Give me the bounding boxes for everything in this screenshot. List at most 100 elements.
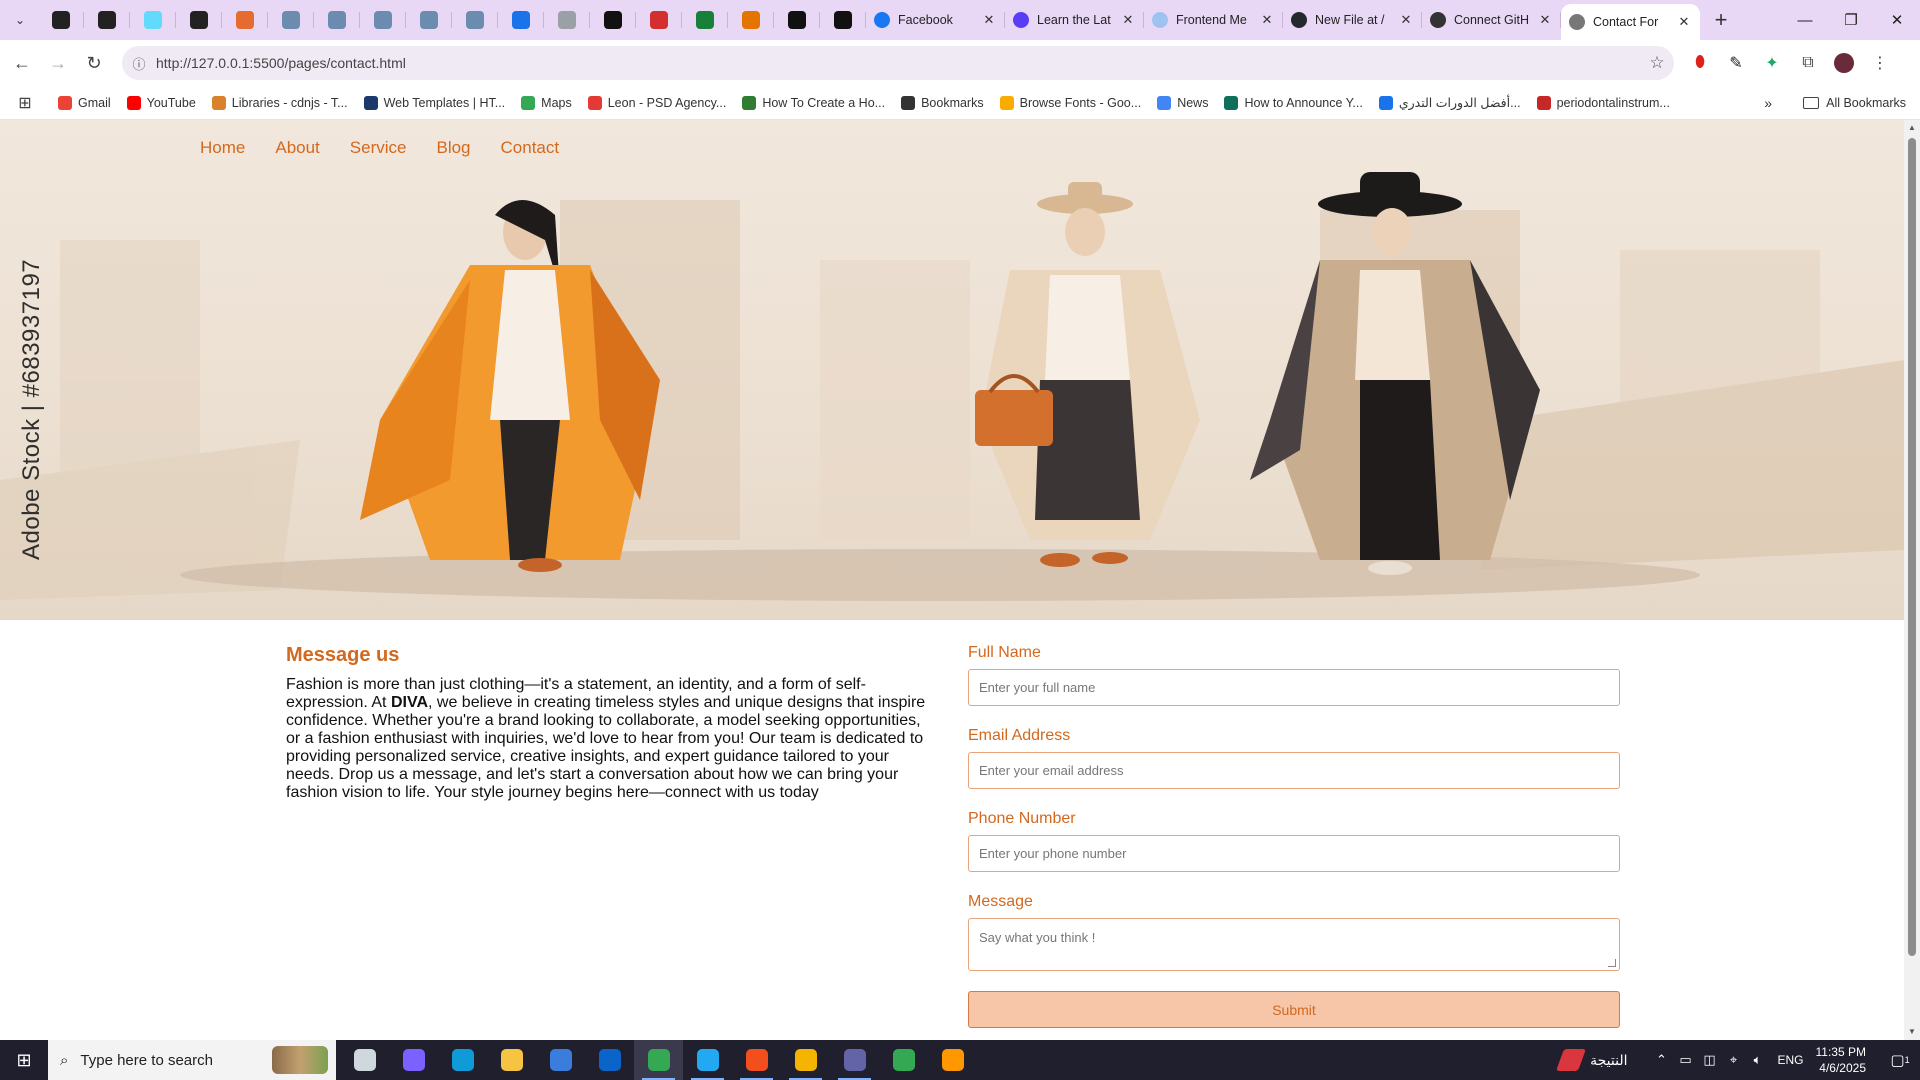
restore-button[interactable]: ❐ — [1828, 0, 1874, 40]
pinned-tab[interactable] — [544, 0, 590, 40]
browser-tab[interactable]: New File at / ✕ — [1283, 0, 1422, 40]
taskbar-app-store[interactable] — [536, 1040, 585, 1080]
pinned-tab[interactable] — [682, 0, 728, 40]
browser-tab[interactable]: Facebook ✕ — [866, 0, 1005, 40]
profile-avatar-icon[interactable] — [1826, 48, 1862, 78]
nav-home[interactable]: Home — [200, 138, 245, 158]
clock[interactable]: 11:35 PM 4/6/2025 — [1816, 1044, 1866, 1076]
pinned-tab[interactable] — [84, 0, 130, 40]
page-scrollbar[interactable]: ▲ ▼ — [1904, 120, 1920, 1040]
scroll-thumb[interactable] — [1908, 138, 1916, 956]
phone-input[interactable]: Enter your phone number — [968, 835, 1620, 872]
pinned-tab[interactable] — [176, 0, 222, 40]
message-textarea[interactable]: Say what you think ! — [968, 918, 1620, 971]
extensions-puzzle-icon[interactable]: ⧉ — [1790, 48, 1826, 78]
all-bookmarks-button[interactable]: All Bookmarks — [1803, 86, 1906, 120]
taskbar-app-outlook[interactable] — [585, 1040, 634, 1080]
tab-close-icon[interactable]: ✕ — [1537, 12, 1553, 28]
tab-close-icon[interactable]: ✕ — [981, 12, 997, 28]
volume-icon[interactable]: 🔈︎ — [1746, 1052, 1770, 1068]
pinned-tab[interactable] — [38, 0, 84, 40]
taskbar-search[interactable]: ⌕ Type here to search — [48, 1040, 336, 1080]
taskbar-app-chrome[interactable] — [634, 1040, 683, 1080]
taskbar-app-vscode[interactable] — [683, 1040, 732, 1080]
nav-service[interactable]: Service — [350, 138, 407, 158]
input-language[interactable]: ENG — [1778, 1053, 1804, 1067]
bookmark-item[interactable]: Browse Fonts - Goo... — [992, 95, 1150, 110]
tab-close-icon[interactable]: ✕ — [1120, 12, 1136, 28]
bookmark-item[interactable]: How To Create a Ho... — [734, 95, 893, 110]
bookmark-item[interactable]: News — [1149, 95, 1216, 110]
pinned-tab[interactable] — [590, 0, 636, 40]
nav-contact[interactable]: Contact — [501, 138, 560, 158]
browser-tab[interactable]: Frontend Me ✕ — [1144, 0, 1283, 40]
taskbar-app-chrome-canary[interactable] — [781, 1040, 830, 1080]
bookmark-item[interactable]: YouTube — [119, 95, 204, 110]
pinned-tab[interactable] — [774, 0, 820, 40]
forward-arrow-icon[interactable]: → — [40, 45, 76, 81]
nav-about[interactable]: About — [275, 138, 319, 158]
pinned-tab[interactable] — [452, 0, 498, 40]
more-bookmarks-icon[interactable]: » — [1764, 86, 1772, 120]
active-tab[interactable]: Contact For ✕ — [1561, 4, 1700, 40]
back-arrow-icon[interactable]: ← — [4, 45, 40, 81]
bookmark-item[interactable]: Web Templates | HT... — [356, 95, 514, 110]
news-widget[interactable]: النتيجة — [1556, 1049, 1628, 1071]
reload-icon[interactable]: ↻ — [76, 45, 112, 81]
browser-tab[interactable]: Connect GitH ✕ — [1422, 0, 1561, 40]
bookmark-item[interactable]: How to Announce Y... — [1216, 95, 1370, 110]
scroll-up-arrow-icon[interactable]: ▲ — [1904, 120, 1920, 136]
meet-now-icon[interactable]: ▭ — [1674, 1052, 1698, 1068]
pinned-tab[interactable] — [222, 0, 268, 40]
email-input[interactable]: Enter your email address — [968, 752, 1620, 789]
bookmark-item[interactable]: Bookmarks — [893, 95, 992, 110]
network-icon[interactable]: ◫ — [1698, 1052, 1722, 1068]
pinned-tab[interactable] — [268, 0, 314, 40]
kebab-menu-icon[interactable]: ⋮ — [1862, 48, 1898, 78]
pinned-tab[interactable] — [498, 0, 544, 40]
pinned-tab[interactable] — [820, 0, 866, 40]
taskbar-app-edge[interactable] — [438, 1040, 487, 1080]
scroll-down-arrow-icon[interactable]: ▼ — [1904, 1024, 1920, 1040]
windows-start-icon[interactable]: ⊞ — [0, 1040, 48, 1080]
tab-search-chevron-icon[interactable]: ⌄ — [6, 6, 34, 34]
address-bar[interactable]: ⓘ http://127.0.0.1:5500/pages/contact.ht… — [122, 46, 1674, 80]
taskbar-app-figma[interactable] — [732, 1040, 781, 1080]
location-icon[interactable]: ⌖ — [1722, 1052, 1746, 1068]
nav-blog[interactable]: Blog — [436, 138, 470, 158]
run-extension-icon[interactable]: ✦ — [1754, 48, 1790, 78]
taskbar-app-task-view[interactable] — [340, 1040, 389, 1080]
apps-grid-icon[interactable]: ⊞ — [0, 93, 50, 113]
notification-center-icon[interactable]: ▢ 1 — [1880, 1040, 1920, 1080]
color-picker-extension-icon[interactable]: ✎ — [1718, 48, 1754, 78]
url-text[interactable]: http://127.0.0.1:5500/pages/contact.html — [156, 55, 1640, 71]
close-window-button[interactable]: ✕ — [1874, 0, 1920, 40]
pinned-tab[interactable] — [636, 0, 682, 40]
tab-close-icon[interactable]: ✕ — [1676, 14, 1692, 30]
bookmark-item[interactable]: Gmail — [50, 95, 119, 110]
taskbar-app-teams[interactable] — [830, 1040, 879, 1080]
pinned-tab[interactable] — [728, 0, 774, 40]
opera-extension-icon[interactable]: ⬮ — [1682, 48, 1718, 78]
browser-tab[interactable]: Learn the Lat ✕ — [1005, 0, 1144, 40]
new-tab-button[interactable]: + — [1704, 3, 1738, 37]
pinned-tab[interactable] — [314, 0, 360, 40]
tab-close-icon[interactable]: ✕ — [1259, 12, 1275, 28]
submit-button[interactable]: Submit — [968, 991, 1620, 1028]
pinned-tab[interactable] — [406, 0, 452, 40]
taskbar-app-sublime[interactable] — [928, 1040, 977, 1080]
taskbar-app-file-explorer[interactable] — [487, 1040, 536, 1080]
pinned-tab[interactable] — [130, 0, 176, 40]
pinned-tab[interactable] — [360, 0, 406, 40]
bookmark-item[interactable]: أفضل الدورات التدري... — [1371, 95, 1529, 110]
tab-close-icon[interactable]: ✕ — [1398, 12, 1414, 28]
bookmark-item[interactable]: periodontalinstrum... — [1529, 95, 1678, 110]
site-info-icon[interactable]: ⓘ — [122, 54, 156, 73]
taskbar-app-copilot[interactable] — [389, 1040, 438, 1080]
tray-chevron-icon[interactable]: ⌃ — [1650, 1052, 1674, 1068]
full-name-input[interactable]: Enter your full name — [968, 669, 1620, 706]
taskbar-app-chrome-profile[interactable] — [879, 1040, 928, 1080]
bookmark-item[interactable]: Libraries - cdnjs - T... — [204, 95, 356, 110]
minimize-button[interactable]: — — [1782, 0, 1828, 40]
bookmark-item[interactable]: Maps — [513, 95, 580, 110]
